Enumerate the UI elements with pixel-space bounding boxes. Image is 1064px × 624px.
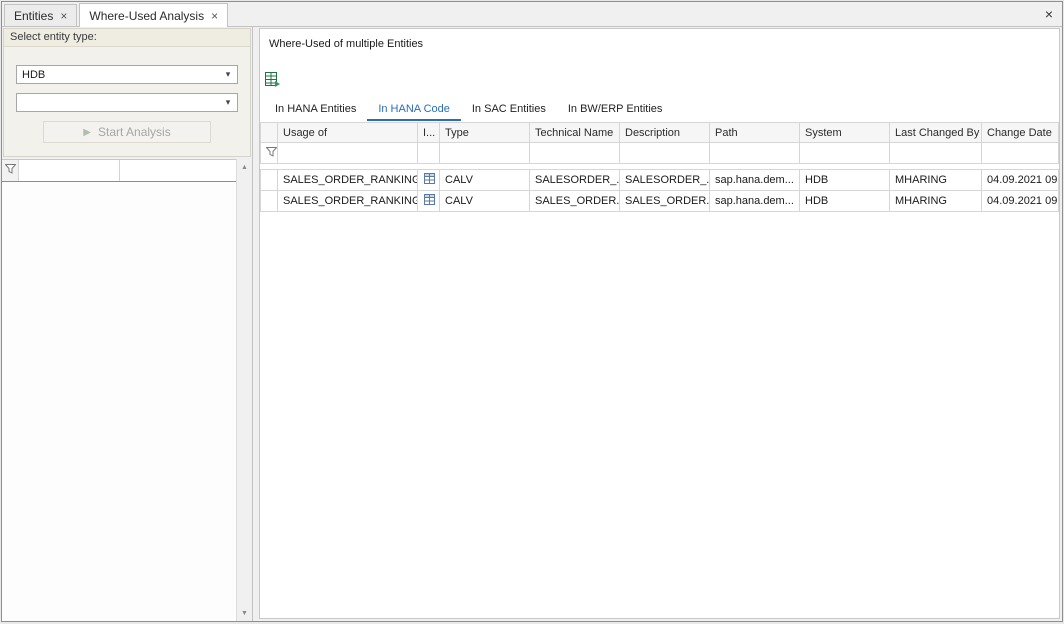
play-icon: ▶ — [83, 127, 91, 138]
tab-where-used-analysis[interactable]: Where-Used Analysis × — [79, 3, 228, 27]
cell-last-changed-by: MHARING — [890, 191, 982, 212]
filter-cell[interactable] — [530, 143, 620, 164]
cell-path: sap.hana.dem... — [710, 170, 800, 191]
select-entity-type-group: Select entity type: HDB ▾ ▾ ▶ Start Anal… — [3, 28, 251, 157]
page-title: Where-Used of multiple Entities — [260, 29, 1059, 50]
tab-entities[interactable]: Entities × — [4, 4, 77, 26]
column-header-icon[interactable]: I... — [418, 123, 440, 143]
filter-cell[interactable] — [800, 143, 890, 164]
tab-in-bw-erp-entities[interactable]: In BW/ERP Entities — [557, 100, 674, 121]
header-row: Usage of I... Type Technical Name Descri… — [261, 123, 1059, 143]
cell-usage-of: SALES_ORDER_RANKING — [278, 170, 418, 191]
group-title: Select entity type: — [4, 29, 250, 47]
cell-usage-of: SALES_ORDER_RANKING — [278, 191, 418, 212]
cell-type: CALV — [440, 191, 530, 212]
tab-in-hana-entities[interactable]: In HANA Entities — [264, 100, 367, 121]
filter-cell[interactable] — [620, 143, 710, 164]
scroll-up-icon[interactable]: ▲ — [237, 159, 252, 175]
filter-cell[interactable] — [440, 143, 530, 164]
scroll-down-icon[interactable]: ▼ — [237, 605, 252, 621]
cell-description: SALES_ORDER... — [620, 191, 710, 212]
entity-select[interactable]: ▾ — [16, 93, 238, 112]
entity-list-filter-row — [2, 159, 236, 182]
column-header-usage-of[interactable]: Usage of — [278, 123, 418, 143]
close-icon[interactable]: × — [1045, 7, 1053, 21]
column-header-path[interactable]: Path — [710, 123, 800, 143]
filter-cell[interactable] — [982, 143, 1059, 164]
calculation-view-icon — [423, 197, 436, 209]
results-tabstrip: In HANA Entities In HANA Code In SAC Ent… — [264, 99, 1059, 121]
entity-list-empty-area — [2, 182, 236, 621]
scrollbar-track[interactable] — [237, 175, 252, 605]
tab-in-hana-code[interactable]: In HANA Code — [367, 100, 461, 121]
filter-icon — [5, 164, 16, 177]
results-table: Usage of I... Type Technical Name Descri… — [260, 122, 1059, 212]
auto-filter-row — [261, 143, 1059, 164]
calculation-view-icon — [423, 176, 436, 188]
entity-selection-panel: Select entity type: HDB ▾ ▾ ▶ Start Anal… — [2, 27, 253, 621]
column-header-technical-name[interactable]: Technical Name — [530, 123, 620, 143]
table-row[interactable]: SALES_ORDER_RANKING CALV SALES_ORD — [261, 191, 1059, 212]
filter-cell[interactable] — [418, 143, 440, 164]
cell-change-date: 04.09.2021 09... — [982, 170, 1059, 191]
left-scrollbar[interactable]: ▲ ▼ — [236, 159, 252, 621]
column-header-description[interactable]: Description — [620, 123, 710, 143]
cell-type: CALV — [440, 170, 530, 191]
cell-technical-name: SALESORDER_... — [530, 170, 620, 191]
where-used-results-panel: Where-Used of multiple Entities In HANA … — [259, 28, 1060, 619]
tab-where-used-label: Where-Used Analysis — [89, 9, 204, 23]
filter-icon — [266, 148, 277, 160]
cell-description: SALESORDER_... — [620, 170, 710, 191]
column-header-last-changed-by[interactable]: Last Changed By — [890, 123, 982, 143]
cell-path: sap.hana.dem... — [710, 191, 800, 212]
entity-type-value: HDB — [22, 69, 221, 81]
table-row[interactable]: SALES_ORDER_RANKING CALV SALESORDE — [261, 170, 1059, 191]
tab-close-icon[interactable]: × — [60, 10, 67, 22]
tab-in-sac-entities[interactable]: In SAC Entities — [461, 100, 557, 121]
chevron-down-icon[interactable]: ▾ — [221, 97, 235, 108]
app-window: Entities × Where-Used Analysis × × Selec… — [1, 1, 1063, 622]
cell-technical-name: SALES_ORDER... — [530, 191, 620, 212]
filter-cell[interactable] — [19, 160, 120, 181]
entity-list: ▲ ▼ — [2, 159, 252, 621]
cell-change-date: 04.09.2021 09... — [982, 191, 1059, 212]
filter-cell[interactable] — [278, 143, 418, 164]
filter-cell[interactable] — [710, 143, 800, 164]
tab-entities-label: Entities — [14, 9, 53, 23]
entity-type-select[interactable]: HDB ▾ — [16, 65, 238, 84]
cell-system: HDB — [800, 170, 890, 191]
filter-cell[interactable] — [890, 143, 982, 164]
start-analysis-button[interactable]: ▶ Start Analysis — [43, 121, 211, 143]
start-analysis-label: Start Analysis — [98, 125, 171, 139]
document-tabbar: Entities × Where-Used Analysis × × — [2, 2, 1062, 27]
column-header-change-date[interactable]: Change Date — [982, 123, 1059, 143]
column-header-type[interactable]: Type — [440, 123, 530, 143]
column-header-system[interactable]: System — [800, 123, 890, 143]
cell-system: HDB — [800, 191, 890, 212]
cell-last-changed-by: MHARING — [890, 170, 982, 191]
filter-cell[interactable] — [120, 160, 236, 181]
tab-close-icon[interactable]: × — [211, 10, 218, 22]
export-excel-icon[interactable] — [264, 71, 282, 88]
row-indicator-header — [261, 123, 278, 143]
chevron-down-icon[interactable]: ▾ — [221, 69, 235, 80]
